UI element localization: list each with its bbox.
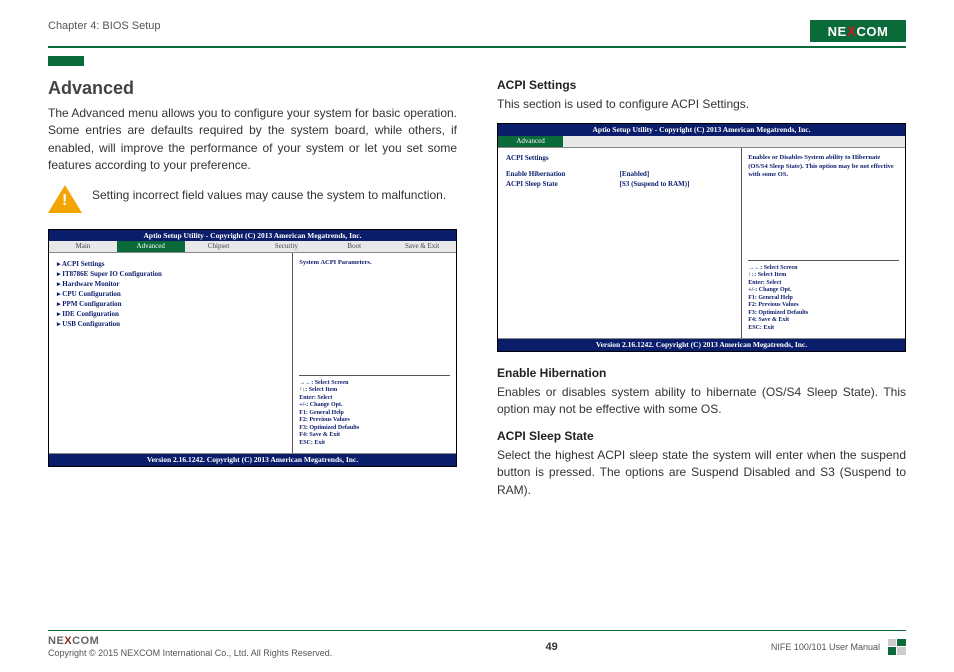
bios-screenshot-acpi: Aptio Setup Utility - Copyright (C) 2013… (497, 123, 906, 352)
bios-tab-row: Advanced (498, 136, 905, 148)
bios-heading-acpi: ACPI Settings (506, 154, 733, 163)
section-tab-mark (48, 56, 84, 66)
acpi-settings-title: ACPI Settings (497, 78, 906, 92)
acpi-settings-intro: This section is used to configure ACPI S… (497, 96, 906, 113)
footer-logo: NEXCOM (48, 635, 332, 647)
bios-item-superio: ▸ IT8786E Super IO Configuration (57, 270, 284, 280)
bios-title-bar: Aptio Setup Utility - Copyright (C) 2013… (49, 230, 456, 242)
bios-help-text: System ACPI Parameters. (299, 259, 450, 267)
warning-text: Setting incorrect field values may cause… (92, 185, 446, 204)
bios-row-hibernation: Enable Hibernation [Enabled] (506, 169, 733, 179)
sub-body-hibernation: Enables or disables system ability to hi… (497, 384, 906, 419)
bios-tab-chipset: Chipset (185, 241, 253, 252)
bios-key-help: →←: Select Screen ↑↓: Select Item Enter:… (299, 375, 450, 448)
bios-item-acpi: ▸ ACPI Settings (57, 259, 284, 269)
warning-callout: Setting incorrect field values may cause… (48, 185, 457, 215)
sub-title-sleep-state: ACPI Sleep State (497, 429, 906, 443)
bios-item-cpu: ▸ CPU Configuration (57, 290, 284, 300)
bios-item-hwmon: ▸ Hardware Monitor (57, 280, 284, 290)
bios-title-bar: Aptio Setup Utility - Copyright (C) 2013… (498, 124, 905, 136)
header-rule (48, 46, 906, 48)
intro-text: The Advanced menu allows you to configur… (48, 105, 457, 175)
brand-logo: NEXCOM (810, 20, 906, 42)
bios-tab-security: Security (252, 241, 320, 252)
bios-tab-save-exit: Save & Exit (388, 241, 456, 252)
footer-doc-name: NIFE 100/101 User Manual (771, 642, 880, 652)
footer-copyright: Copyright © 2015 NEXCOM International Co… (48, 648, 332, 658)
bios-tab-advanced: Advanced (498, 136, 563, 147)
bios-menu-list: ▸ ACPI Settings ▸ IT8786E Super IO Confi… (49, 253, 293, 453)
page-number: 49 (545, 641, 557, 653)
warning-icon (48, 185, 82, 215)
bios-menu-list: ACPI Settings Enable Hibernation [Enable… (498, 148, 742, 338)
bios-tab-row: Main Advanced Chipset Security Boot Save… (49, 241, 456, 253)
bios-tab-advanced: Advanced (117, 241, 185, 252)
sub-body-sleep-state: Select the highest ACPI sleep state the … (497, 447, 906, 499)
bios-item-usb: ▸ USB Configuration (57, 320, 284, 330)
bios-help-text: Enables or Disables System ability to Hi… (748, 154, 899, 179)
footer-rule (48, 630, 906, 631)
bios-row-sleep-state: ACPI Sleep State [S3 (Suspend to RAM)] (506, 179, 733, 189)
bios-item-ide: ▸ IDE Configuration (57, 310, 284, 320)
bios-tab-boot: Boot (320, 241, 388, 252)
bios-screenshot-advanced: Aptio Setup Utility - Copyright (C) 2013… (48, 229, 457, 468)
bios-tab-main: Main (49, 241, 117, 252)
bios-footer-bar: Version 2.16.1242. Copyright (C) 2013 Am… (498, 338, 905, 351)
sub-title-hibernation: Enable Hibernation (497, 366, 906, 380)
bios-footer-bar: Version 2.16.1242. Copyright (C) 2013 Am… (49, 453, 456, 466)
chapter-label: Chapter 4: BIOS Setup (48, 20, 161, 32)
footer-mark-icon (888, 639, 906, 655)
bios-item-ppm: ▸ PPM Configuration (57, 300, 284, 310)
bios-key-help: →←: Select Screen ↑↓: Select Item Enter:… (748, 260, 899, 333)
page-title: Advanced (48, 78, 457, 99)
